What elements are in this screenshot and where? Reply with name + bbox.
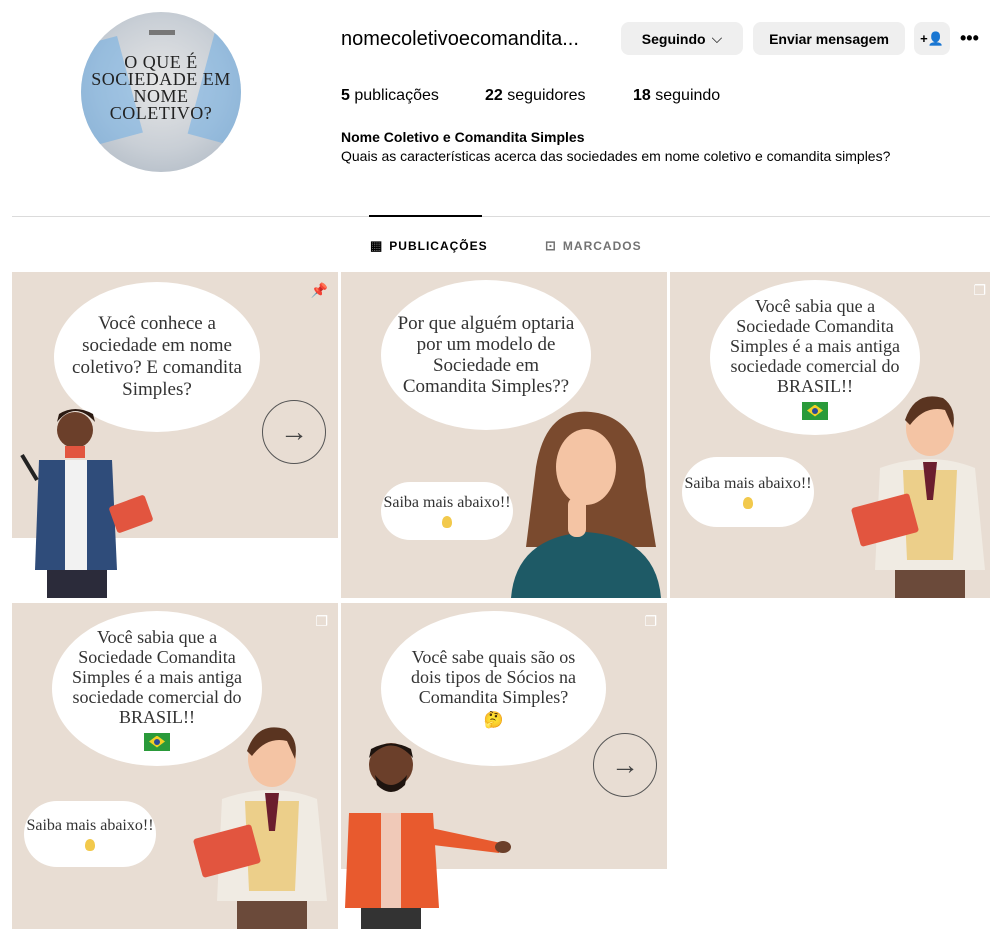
posts-count: 5 publicações	[341, 87, 439, 105]
cta-bubble: Saiba mais abaixo!!	[24, 801, 156, 867]
pointing-down-icon	[442, 516, 452, 528]
carousel-icon: ❐	[315, 613, 328, 629]
cta-text: Saiba mais abaixo!!	[26, 817, 154, 834]
post-tile[interactable]: Por que alguém optaria por um modelo de …	[341, 272, 667, 598]
profile-full-name: Nome Coletivo e Comandita Simples	[341, 129, 585, 145]
following-count-label: seguindo	[655, 87, 721, 104]
arrow-right-icon: →	[593, 733, 657, 797]
post-tile[interactable]: ❐ Você sabe quais são os dois tipos de S…	[341, 603, 667, 929]
followers-count-label: seguidores	[507, 87, 586, 104]
post-text: Por que alguém optaria por um modelo de …	[397, 313, 575, 397]
arrow-right-icon: →	[262, 400, 326, 464]
post-tile[interactable]: ❐ Você sabia que a Sociedade Comandita S…	[12, 603, 338, 929]
pin-icon: 📌	[310, 282, 328, 298]
student-illustration	[851, 396, 985, 598]
send-message-button[interactable]: Enviar mensagem	[753, 22, 905, 55]
active-tab-indicator	[369, 215, 482, 217]
followers-count-value: 22	[485, 87, 503, 104]
carousel-icon: ❐	[973, 282, 986, 298]
thinking-face-icon: 🤔	[483, 711, 504, 729]
tab-publicacoes-label: PUBLICAÇÕES	[389, 239, 488, 253]
tabs-divider	[12, 216, 990, 217]
post-text: Você sabia que a Sociedade Comandita Sim…	[72, 626, 242, 727]
tab-marcados-label: MARCADOS	[562, 239, 642, 253]
cta-text: Saiba mais abaixo!!	[383, 494, 511, 511]
following-count[interactable]: 18 seguindo	[633, 87, 720, 105]
tab-publicacoes[interactable]: ▦ PUBLICAÇÕES	[370, 238, 488, 254]
posts-count-label: publicações	[354, 87, 439, 104]
cta-bubble: Saiba mais abaixo!!	[682, 457, 814, 527]
student-illustration	[193, 727, 327, 929]
more-options-icon[interactable]: •••	[960, 28, 979, 49]
post-tile[interactable]: ❐ Você sabia que a Sociedade Comandita S…	[670, 272, 990, 598]
chevron-down-icon: ⌵	[711, 30, 723, 46]
post-text: Você conhece a sociedade em nome coletiv…	[72, 313, 242, 400]
avatar-text: O QUE É SOCIEDADE EM NOME COLETIVO?	[91, 52, 231, 123]
post-text: Você sabe quais são os dois tipos de Sóc…	[411, 646, 576, 707]
man-presenting-illustration	[345, 743, 511, 929]
profile-bio: Quais as características acerca das soci…	[341, 148, 891, 164]
post-tile[interactable]: 📌 Você conhece a sociedade em nome colet…	[12, 272, 338, 598]
profile-username: nomecoletivoecomandita...	[341, 28, 579, 50]
cta-text: Saiba mais abaixo!!	[684, 475, 812, 492]
pointing-down-icon	[743, 497, 753, 509]
profile-avatar[interactable]: O QUE É SOCIEDADE EM NOME COLETIVO?	[81, 12, 241, 172]
following-button[interactable]: Seguindo ⌵	[621, 22, 743, 55]
avatar-decoration	[149, 30, 175, 35]
woman-thinking-illustration	[511, 411, 661, 598]
carousel-icon: ❐	[644, 613, 657, 629]
followers-count[interactable]: 22 seguidores	[485, 87, 586, 105]
add-user-icon[interactable]: +👤	[914, 22, 950, 55]
following-button-label: Seguindo	[641, 30, 706, 47]
post-text: Você sabia que a Sociedade Comandita Sim…	[730, 295, 900, 396]
pointing-down-icon	[85, 839, 95, 851]
teacher-illustration	[20, 409, 153, 598]
tag-icon: ⊡	[545, 238, 557, 253]
posts-count-value: 5	[341, 87, 350, 104]
tab-marcados[interactable]: ⊡ MARCADOS	[545, 238, 642, 254]
cta-bubble: Saiba mais abaixo!!	[381, 482, 513, 540]
following-count-value: 18	[633, 87, 651, 104]
grid-icon: ▦	[370, 238, 384, 253]
